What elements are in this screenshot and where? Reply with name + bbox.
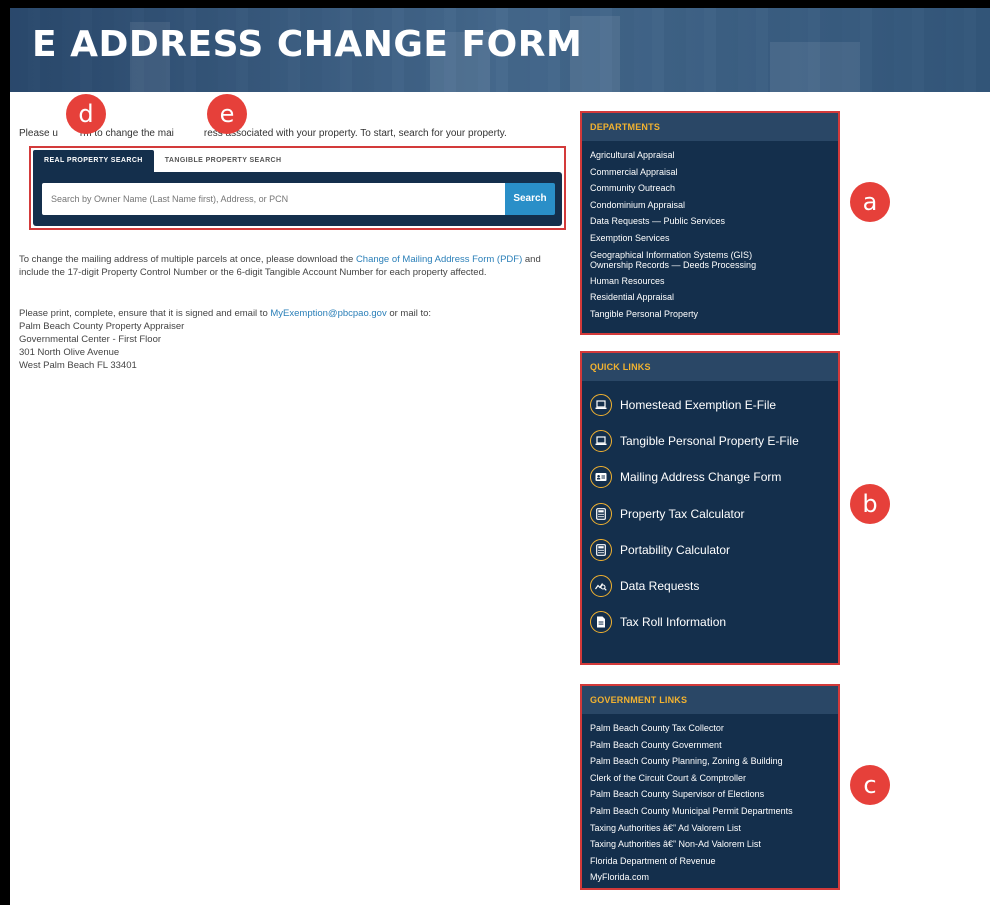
id-card-icon <box>590 466 612 489</box>
quick-link-data-requests[interactable]: Data Requests <box>582 568 838 604</box>
email-link[interactable]: MyExemption@pbcpao.gov <box>270 308 386 319</box>
department-link[interactable]: Data Requests — Public Services <box>590 213 830 230</box>
laptop-icon <box>590 430 612 453</box>
mailing-address-line: 301 North Olive Avenue <box>19 347 120 358</box>
government-link[interactable]: Taxing Authorities â€” Ad Valorem List <box>590 820 830 837</box>
calculator-icon <box>590 502 612 525</box>
government-links-title: GOVERNMENT LINKS <box>582 686 838 714</box>
mailing-address-line: Palm Beach County Property Appraiser <box>19 321 185 332</box>
government-link[interactable]: Palm Beach County Government <box>590 737 830 754</box>
quick-link-label: Tangible Personal Property E-File <box>620 434 799 449</box>
quick-link-label: Portability Calculator <box>620 542 731 557</box>
search-tabs: REAL PROPERTY SEARCH TANGIBLE PROPERTY S… <box>33 150 292 172</box>
page-title: E ADDRESS CHANGE FORM <box>32 24 583 65</box>
government-link[interactable]: Palm Beach County Supervisor of Election… <box>590 786 830 803</box>
government-link[interactable]: MyFlorida.com <box>590 869 830 886</box>
laptop-icon <box>590 394 612 417</box>
quick-link-tax-roll-information[interactable]: Tax Roll Information <box>582 604 838 640</box>
document-icon <box>590 611 612 634</box>
government-link[interactable]: Palm Beach County Planning, Zoning & Bui… <box>590 753 830 770</box>
quick-links-panel: QUICK LINKS Homestead Exemption E-File T… <box>580 351 840 665</box>
multiple-parcels-text-start: To change the mailing address of multipl… <box>19 254 356 265</box>
quick-link-label: Homestead Exemption E-File <box>620 398 777 413</box>
department-link[interactable]: Geographical Information Systems (GIS) <box>590 250 830 260</box>
department-link[interactable]: Condominium Appraisal <box>590 197 830 214</box>
annotation-badge-b: b <box>850 484 890 524</box>
quick-link-portability-calculator[interactable]: Portability Calculator <box>582 532 838 568</box>
page: E ADDRESS CHANGE FORM Please u rm to chan… <box>10 8 990 905</box>
annotation-badge-d: d <box>66 94 106 134</box>
chart-search-icon <box>590 575 612 598</box>
tab-tangible-property-search[interactable]: TANGIBLE PROPERTY SEARCH <box>154 150 293 172</box>
mailing-address-line: Governmental Center - First Floor <box>19 334 162 345</box>
department-link[interactable]: Human Resources <box>590 273 830 290</box>
department-link[interactable]: Exemption Services <box>590 230 830 247</box>
annotation-badge-c: c <box>850 765 890 805</box>
quick-link-mailing-address-change[interactable]: Mailing Address Change Form <box>582 459 838 495</box>
quick-link-homestead-exemption[interactable]: Homestead Exemption E-File <box>582 387 838 423</box>
department-link[interactable]: Community Outreach <box>590 180 830 197</box>
annotation-badge-a: a <box>850 182 890 222</box>
government-links-panel: GOVERNMENT LINKS Palm Beach County Tax C… <box>580 684 840 890</box>
tab-real-property-search[interactable]: REAL PROPERTY SEARCH <box>33 150 154 172</box>
departments-title: DEPARTMENTS <box>582 113 838 141</box>
annotation-badge-e: e <box>207 94 247 134</box>
print-note: Please print, complete, ensure that it i… <box>19 307 549 372</box>
page-banner: E ADDRESS CHANGE FORM <box>10 8 990 92</box>
department-link[interactable]: Commercial Appraisal <box>590 164 830 181</box>
quick-links-title: QUICK LINKS <box>582 353 838 381</box>
print-note-end: or mail to: <box>386 308 432 319</box>
quick-link-label: Data Requests <box>620 579 700 594</box>
government-link[interactable]: Taxing Authorities â€” Non-Ad Valorem Li… <box>590 836 830 853</box>
intro-text-part-1: Please u <box>19 128 58 139</box>
government-link[interactable]: Palm Beach County Municipal Permit Depar… <box>590 803 830 820</box>
department-link[interactable]: Agricultural Appraisal <box>590 147 830 164</box>
government-link[interactable]: Florida Department of Revenue <box>590 853 830 870</box>
quick-link-property-tax-calculator[interactable]: Property Tax Calculator <box>582 496 838 532</box>
intro-text-part-3: ress associated with your property. To s… <box>203 128 507 139</box>
property-search: REAL PROPERTY SEARCH TANGIBLE PROPERTY S… <box>29 146 566 230</box>
quick-link-label: Mailing Address Change Form <box>620 470 782 485</box>
department-link[interactable]: Tangible Personal Property <box>590 306 830 323</box>
mailing-address-line: West Palm Beach FL 33401 <box>19 360 137 371</box>
government-link[interactable]: Palm Beach County Tax Collector <box>590 720 830 737</box>
search-button[interactable]: Search <box>505 183 555 215</box>
quick-link-label: Tax Roll Information <box>620 615 727 630</box>
print-note-start: Please print, complete, ensure that it i… <box>19 308 271 319</box>
multiple-parcels-text: To change the mailing address of multipl… <box>19 253 549 279</box>
search-panel: Search <box>33 172 562 226</box>
quick-link-tangible-personal-property[interactable]: Tangible Personal Property E-File <box>582 423 838 459</box>
department-link[interactable]: Ownership Records — Deeds Processing <box>590 260 830 270</box>
change-of-mailing-address-form-link[interactable]: Change of Mailing Address Form (PDF) <box>356 254 522 265</box>
quick-link-label: Property Tax Calculator <box>620 506 745 521</box>
government-link[interactable]: Clerk of the Circuit Court & Comptroller <box>590 770 830 787</box>
departments-panel: DEPARTMENTS Agricultural Appraisal Comme… <box>580 111 840 335</box>
search-input[interactable] <box>42 183 505 215</box>
department-link[interactable]: Residential Appraisal <box>590 289 830 306</box>
calculator-icon <box>590 538 612 561</box>
